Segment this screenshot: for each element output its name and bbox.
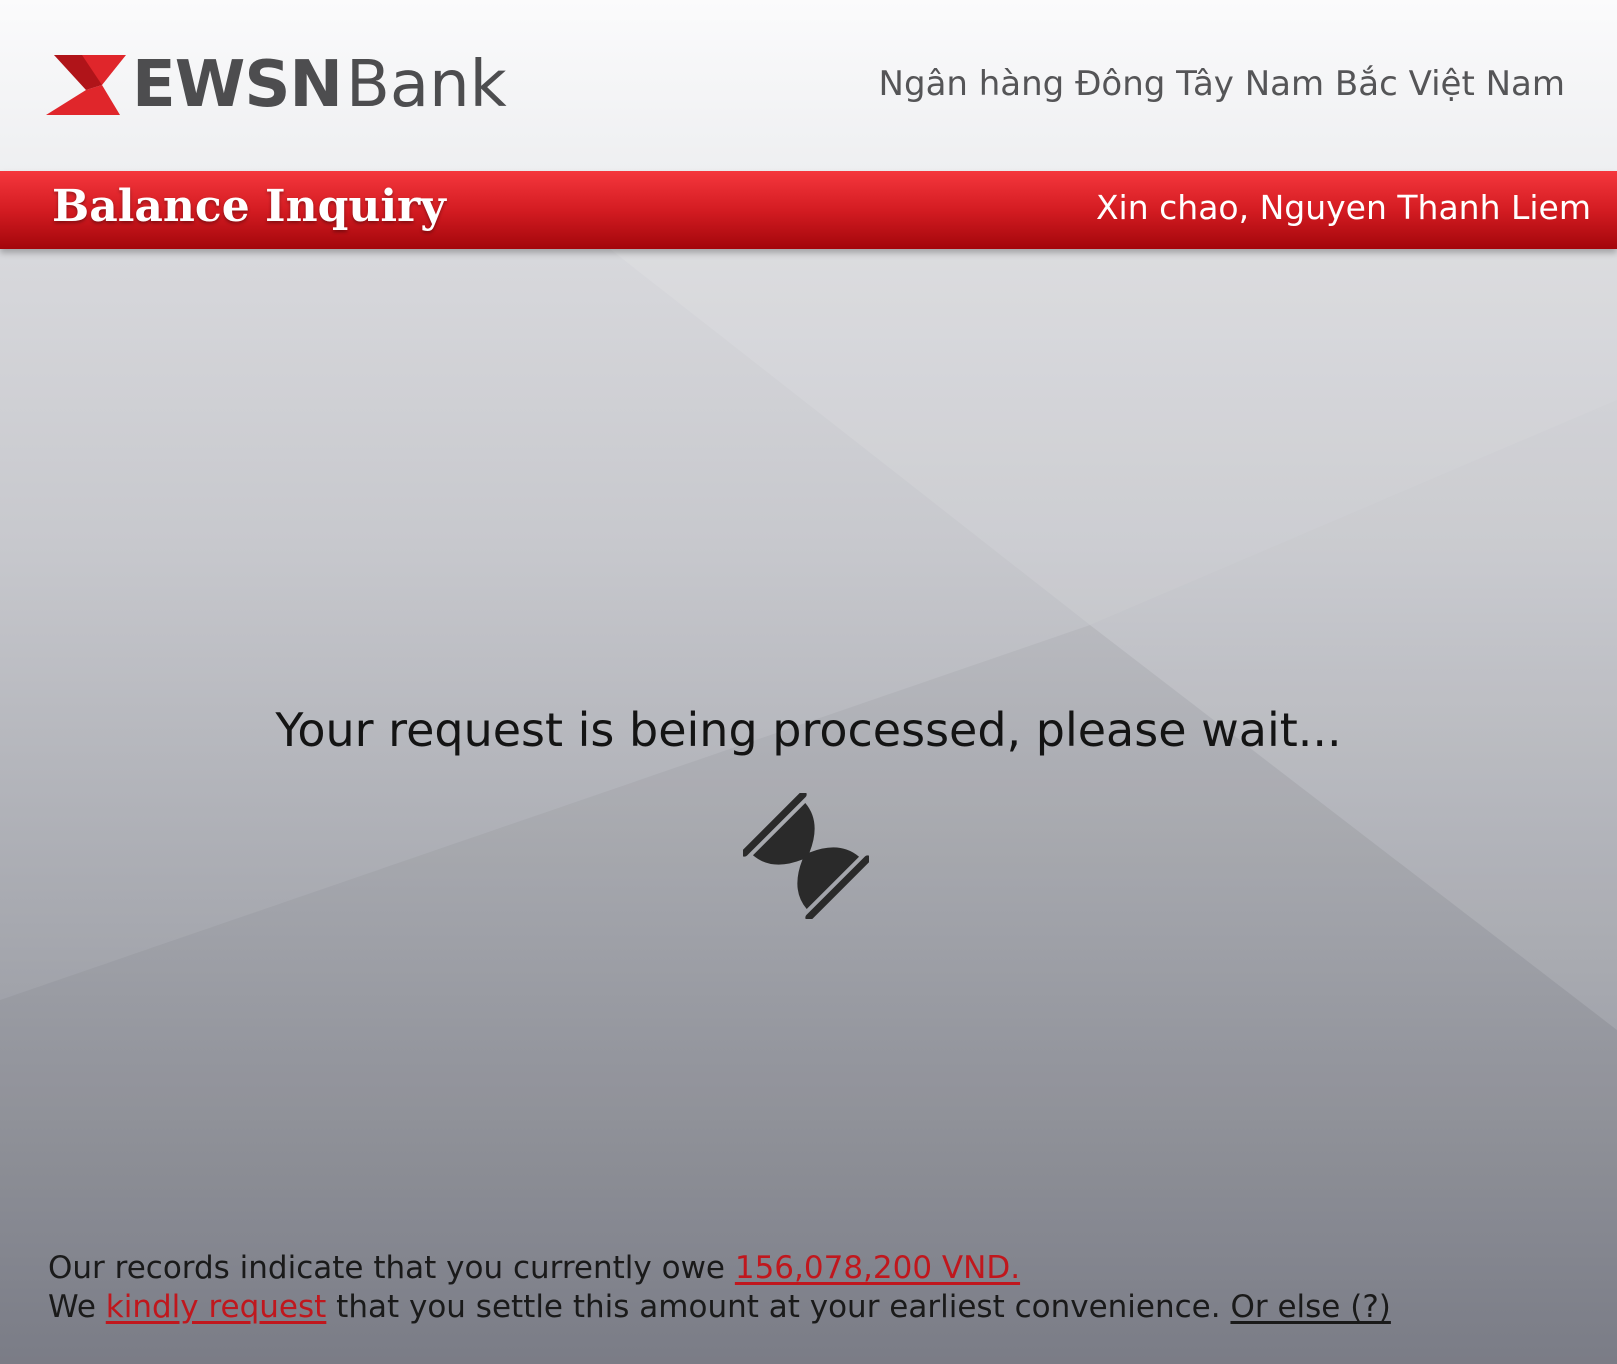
debt-notice-line-2: We kindly request that you settle this a… xyxy=(48,1288,1391,1327)
logo-text-light: Bank xyxy=(345,48,507,122)
user-greeting: Xin chao, Nguyen Thanh Liem xyxy=(1095,188,1591,227)
logo-mark-icon xyxy=(46,55,126,115)
header: EWSN Bank Ngân hàng Đông Tây Nam Bắc Việ… xyxy=(0,0,1617,171)
debt-notice-line-1: Our records indicate that you currently … xyxy=(48,1249,1391,1288)
or-else-link[interactable]: Or else (?) xyxy=(1230,1289,1390,1325)
kindly-request-link[interactable]: kindly request xyxy=(106,1289,327,1325)
hourglass-icon xyxy=(743,793,869,919)
debt-notice-text: that you settle this amount at your earl… xyxy=(326,1289,1231,1325)
debt-notice-text: We xyxy=(48,1289,106,1325)
debt-notice: Our records indicate that you currently … xyxy=(48,1249,1391,1327)
processing-message: Your request is being processed, please … xyxy=(275,703,1342,757)
title-bar: Balance Inquiry Xin chao, Nguyen Thanh L… xyxy=(0,171,1617,249)
bank-logo[interactable]: EWSN Bank xyxy=(46,50,507,120)
bank-fullname: Ngân hàng Đông Tây Nam Bắc Việt Nam xyxy=(878,64,1565,104)
logo-text-bold: EWSN xyxy=(132,48,343,122)
page-title: Balance Inquiry xyxy=(52,181,446,232)
owed-amount-link[interactable]: 156,078,200 VND. xyxy=(735,1250,1020,1286)
debt-notice-text: Our records indicate that you currently … xyxy=(48,1250,735,1286)
